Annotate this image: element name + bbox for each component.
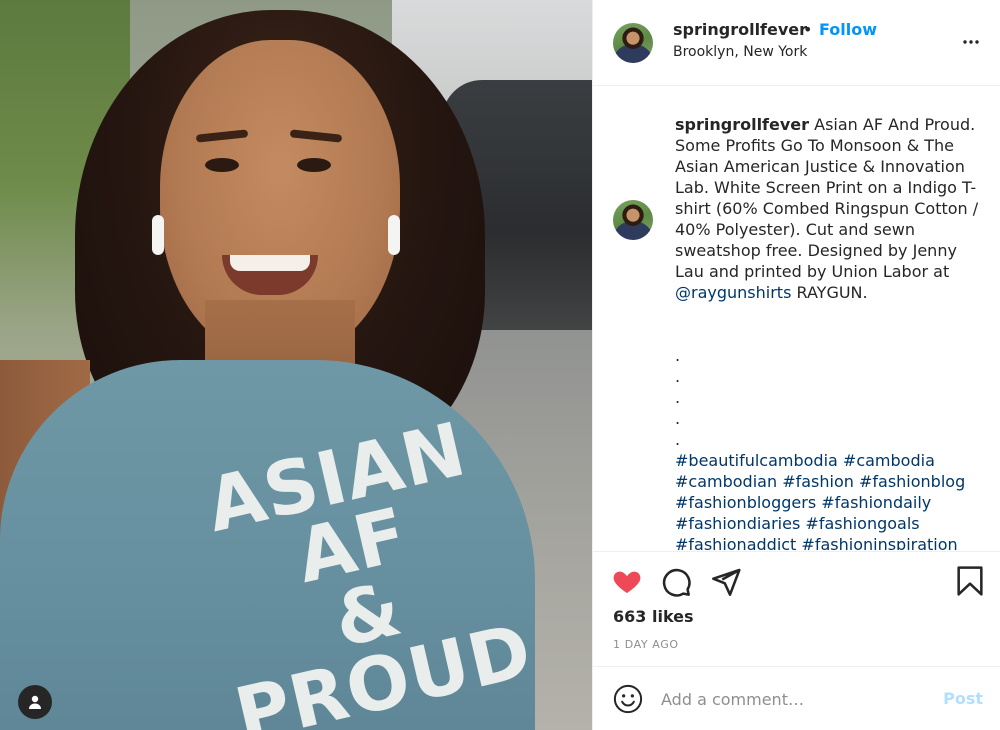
post-header: springrollfever • Follow Brooklyn, New Y… <box>593 0 1000 86</box>
comment-input[interactable] <box>661 685 931 713</box>
post-comment-button[interactable]: Post <box>943 689 983 708</box>
follow-button[interactable]: Follow <box>819 20 877 39</box>
hashtag-link[interactable]: #cambodian <box>675 472 777 491</box>
caption-username[interactable]: springrollfever <box>675 115 809 134</box>
comment-button[interactable] <box>660 566 692 602</box>
caption-text-end: RAYGUN. <box>791 283 868 302</box>
avatar[interactable] <box>613 23 653 63</box>
hashtag-link[interactable]: #fashionaddict <box>675 535 796 550</box>
photo-right-earbud <box>388 215 400 255</box>
photo-right-eye <box>297 158 331 172</box>
more-options-button[interactable] <box>959 30 983 54</box>
post-caption: springrollfever Asian AF And Proud. Some… <box>675 114 985 550</box>
user-tag-icon <box>29 695 41 709</box>
caption-mention-link[interactable]: @raygunshirts <box>675 283 791 302</box>
comment-form: Post <box>593 666 1000 730</box>
user-tag-button[interactable] <box>18 685 52 719</box>
hashtag-link[interactable]: #fashiondiaries <box>675 514 800 533</box>
save-button[interactable] <box>955 565 985 601</box>
hashtag-link[interactable]: #fashiongoals <box>805 514 919 533</box>
caption-dot: . <box>675 367 681 386</box>
caption-dots: . . . . . <box>675 345 985 450</box>
post-sidebar: springrollfever • Follow Brooklyn, New Y… <box>592 0 1000 730</box>
caption-avatar[interactable] <box>613 200 653 240</box>
comment-icon <box>662 568 691 597</box>
post-photo[interactable]: ASIAN AF & PROUD <box>0 0 592 730</box>
more-options-icon <box>963 40 979 44</box>
post-timestamp[interactable]: 1 DAY AGO <box>613 638 679 651</box>
caption-dot: . <box>675 388 681 407</box>
share-button[interactable] <box>710 566 742 602</box>
caption-hashtags: #beautifulcambodia #cambodia #cambodian … <box>675 450 985 550</box>
separator-dot: • <box>803 20 813 39</box>
post-actions: 663 likes 1 DAY AGO <box>593 551 1000 666</box>
like-button[interactable] <box>611 565 643 601</box>
like-count[interactable]: 663 likes <box>613 607 694 626</box>
bookmark-icon <box>957 566 983 596</box>
photo-left-earbud <box>152 215 164 255</box>
share-icon <box>712 568 741 596</box>
caption-text: Asian AF And Proud. Some Profits Go To M… <box>675 115 979 281</box>
hashtag-link[interactable]: #fashionblog <box>859 472 965 491</box>
caption-dot: . <box>675 430 681 449</box>
hashtag-link[interactable]: #cambodia <box>843 451 935 470</box>
post-location[interactable]: Brooklyn, New York <box>673 44 807 60</box>
caption-dot: . <box>675 409 681 428</box>
photo-left-eye <box>205 158 239 172</box>
caption-dot: . <box>675 346 681 365</box>
emoji-button[interactable] <box>613 684 643 718</box>
hashtag-link[interactable]: #fashion <box>782 472 854 491</box>
hashtag-link[interactable]: #fashionbloggers <box>675 493 816 512</box>
hashtag-link[interactable]: #fashiondaily <box>821 493 931 512</box>
hashtag-link[interactable]: #beautifulcambodia <box>675 451 838 470</box>
emoji-icon <box>613 684 643 714</box>
heart-icon <box>613 571 641 593</box>
comments-scroll-area[interactable]: springrollfever Asian AF And Proud. Some… <box>593 87 1000 550</box>
post-username[interactable]: springrollfever <box>673 20 807 39</box>
hashtag-link[interactable]: #fashioninspiration <box>801 535 957 550</box>
